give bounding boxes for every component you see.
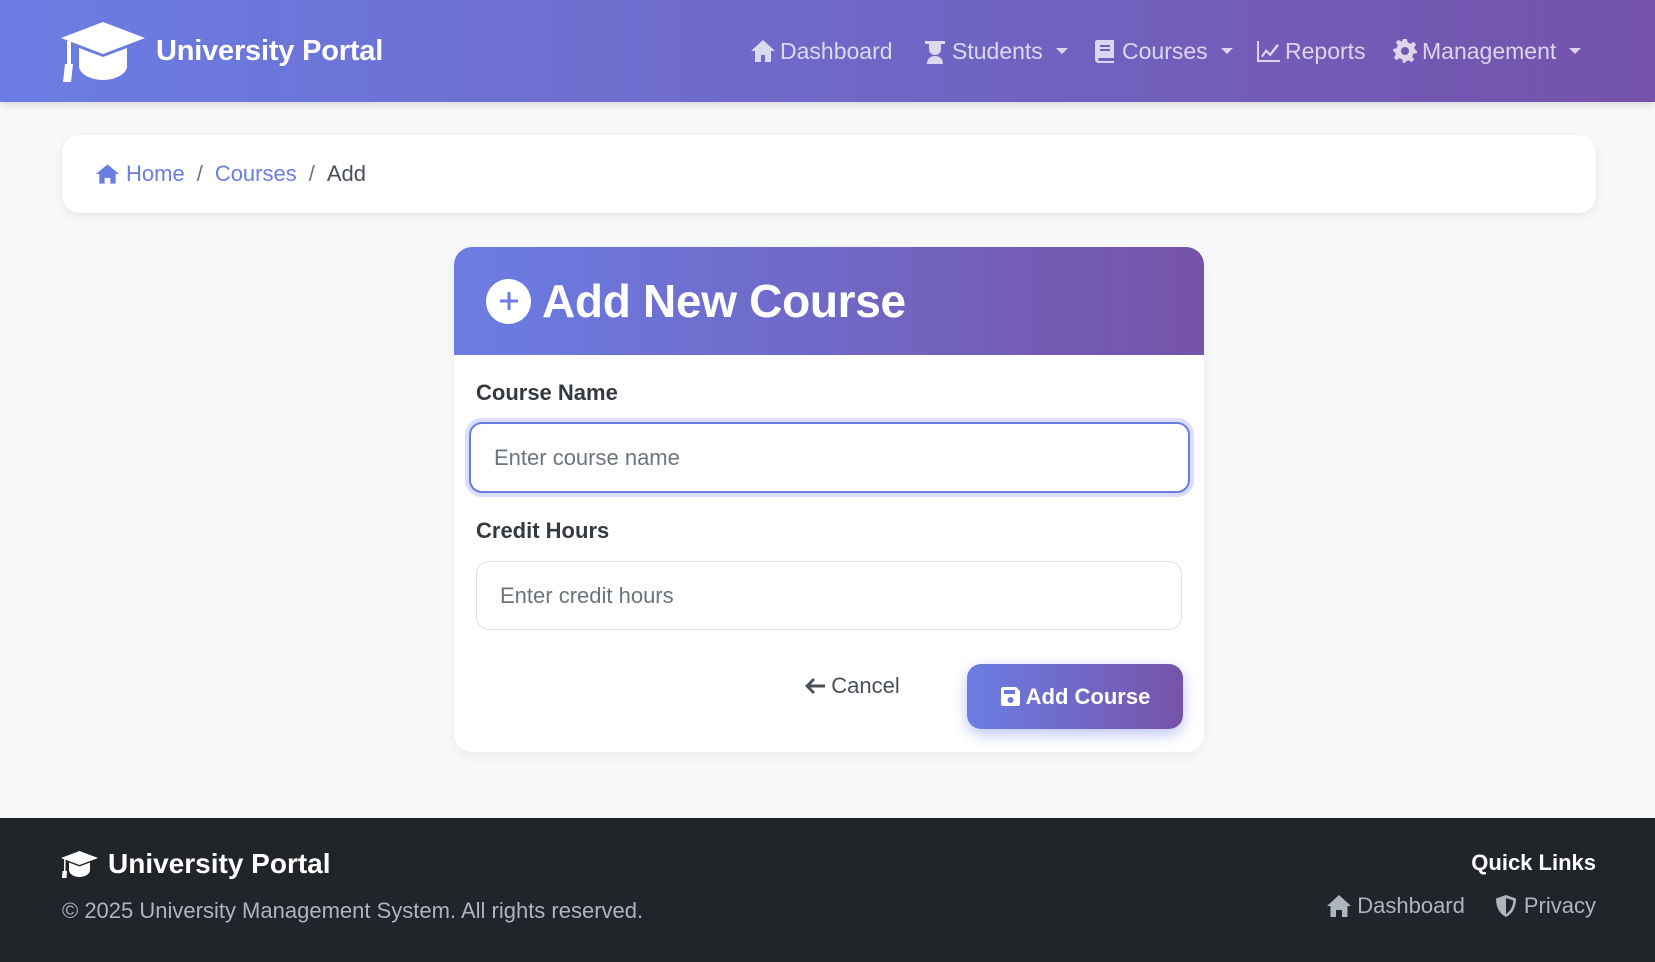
nav-item-courses-label: Courses — [1122, 37, 1208, 64]
course-name-input[interactable] — [469, 422, 1190, 493]
chevron-down-icon — [1569, 48, 1582, 54]
cancel-button-label: Cancel — [831, 673, 900, 698]
quick-links: Dashboard Privacy — [1298, 893, 1596, 919]
book-icon — [1095, 40, 1114, 63]
home-icon — [1327, 895, 1352, 917]
user-graduate-icon — [925, 41, 945, 64]
add-course-button[interactable]: Add Course — [967, 664, 1183, 729]
nav-item-dashboard-label: Dashboard — [780, 37, 893, 64]
footer-link-privacy[interactable]: Privacy — [1493, 893, 1596, 919]
footer-link-dashboard[interactable]: Dashboard — [1326, 893, 1465, 919]
footer: University Portal © 2025 University Mana… — [0, 818, 1655, 962]
footer-brand: University Portal — [61, 848, 331, 880]
quick-links-title: Quick Links — [1471, 850, 1596, 875]
breadcrumb-courses-link[interactable]: Courses — [215, 161, 297, 187]
chart-line-icon — [1257, 41, 1280, 62]
add-course-card: Add New Course Course Name Credit Hours … — [454, 247, 1204, 752]
nav-item-courses[interactable]: Courses — [1092, 34, 1233, 68]
nav-item-students-label: Students — [952, 37, 1043, 64]
footer-copyright: © 2025 University Management System. All… — [62, 898, 644, 923]
breadcrumb-current: Add — [326, 161, 367, 186]
credit-hours-input[interactable] — [476, 561, 1182, 630]
top-navbar: University Portal Dashboard Students Cou… — [0, 0, 1655, 102]
nav-item-reports[interactable]: Reports — [1255, 34, 1366, 68]
chevron-down-icon — [1220, 48, 1233, 54]
graduation-cap-icon — [61, 851, 98, 878]
shield-icon — [1495, 895, 1516, 917]
breadcrumb-separator: / — [196, 161, 203, 186]
nav-item-management-label: Management — [1422, 37, 1557, 64]
breadcrumb-home-label: Home — [126, 161, 185, 186]
plus-circle-icon — [486, 278, 531, 324]
nav-item-dashboard[interactable]: Dashboard — [750, 34, 893, 68]
home-icon — [95, 164, 120, 184]
gear-icon — [1393, 39, 1417, 63]
page-title: Add New Course — [542, 275, 906, 327]
footer-link-privacy-label: Privacy — [1523, 893, 1596, 918]
credit-hours-label: Credit Hours — [476, 518, 610, 543]
arrow-left-icon — [805, 678, 826, 694]
nav-item-reports-label: Reports — [1285, 37, 1366, 64]
cancel-button[interactable]: Cancel — [792, 664, 912, 708]
chevron-down-icon — [1055, 48, 1068, 54]
card-header: Add New Course — [454, 247, 1204, 355]
footer-link-dashboard-label: Dashboard — [1357, 893, 1465, 918]
breadcrumb-home-link[interactable]: Home — [95, 161, 185, 187]
course-name-label: Course Name — [476, 380, 618, 405]
home-icon — [751, 40, 775, 62]
navbar-menu: Dashboard Students Courses Reports Manag… — [0, 0, 1655, 102]
add-course-button-label: Add Course — [1025, 683, 1151, 709]
footer-brand-label: University Portal — [108, 848, 331, 879]
nav-item-students[interactable]: Students — [922, 34, 1068, 68]
save-icon — [1000, 687, 1020, 706]
nav-item-management[interactable]: Management — [1392, 34, 1582, 68]
breadcrumb-separator: / — [308, 161, 315, 186]
breadcrumb: Home / Courses / Add — [62, 135, 1596, 213]
